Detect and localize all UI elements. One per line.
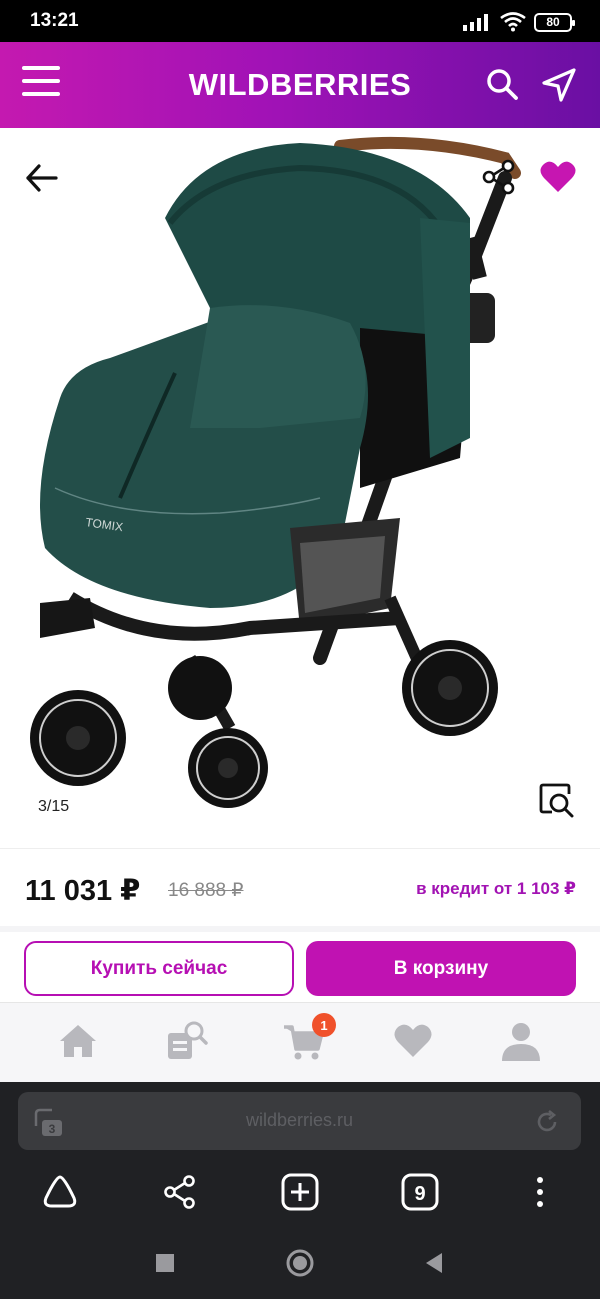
bottom-tab-bar: 1 [0, 1002, 600, 1082]
signal-icon [463, 14, 488, 31]
browser-share-icon[interactable] [160, 1172, 200, 1212]
wifi-icon [500, 12, 526, 32]
buy-now-button[interactable]: Купить сейчас [24, 941, 294, 996]
back-triangle-icon[interactable] [420, 1248, 450, 1278]
more-vertical-icon[interactable] [520, 1172, 560, 1212]
status-bar: 13:21 80 [0, 0, 600, 42]
home-icon[interactable] [56, 1019, 100, 1063]
current-price: 11 031 ₽ [25, 875, 141, 907]
recents-square-icon[interactable] [150, 1248, 180, 1278]
search-icon[interactable] [484, 66, 520, 102]
credit-link[interactable]: в кредит от 1 103 ₽ [416, 879, 576, 899]
product-image: TOMIX [30, 136, 521, 808]
back-arrow-icon[interactable] [22, 160, 62, 196]
action-buttons: Купить сейчас В корзину [0, 926, 600, 1002]
catalog-search-icon[interactable] [164, 1019, 208, 1063]
home-circle-icon[interactable] [285, 1248, 315, 1278]
cart-badge: 1 [312, 1013, 336, 1037]
reload-icon[interactable] [533, 1108, 561, 1136]
battery-level: 80 [546, 15, 560, 29]
battery-icon: 80 [534, 12, 575, 32]
product-gallery[interactable]: TOMIX 3/15 [0, 128, 600, 848]
old-price: 16 888 ₽ [168, 880, 244, 901]
zoom-search-icon[interactable] [538, 782, 576, 818]
navigation-arrow-icon[interactable] [540, 66, 578, 104]
status-icons: 80 [462, 12, 575, 32]
url-bar[interactable]: 3 wildberries.ru [18, 1092, 581, 1150]
favorites-heart-icon[interactable] [391, 1019, 435, 1063]
add-to-cart-button[interactable]: В корзину [306, 941, 576, 996]
new-tab-plus-icon[interactable] [280, 1172, 320, 1212]
price-row: 11 031 ₽ 16 888 ₽ в кредит от 1 103 ₽ [0, 848, 600, 926]
status-time: 13:21 [30, 10, 79, 31]
image-counter: 3/15 [26, 793, 82, 821]
tabs-count: 9 [414, 1183, 425, 1205]
heart-icon[interactable] [538, 158, 578, 196]
home-triangle-icon[interactable] [40, 1172, 80, 1212]
tabs-icon[interactable]: 9 [400, 1172, 440, 1212]
user-icon[interactable] [499, 1019, 543, 1063]
url-text[interactable]: wildberries.ru [18, 1110, 581, 1131]
share-icon[interactable] [480, 158, 518, 196]
app-header: WILDBERRIES [0, 42, 600, 128]
